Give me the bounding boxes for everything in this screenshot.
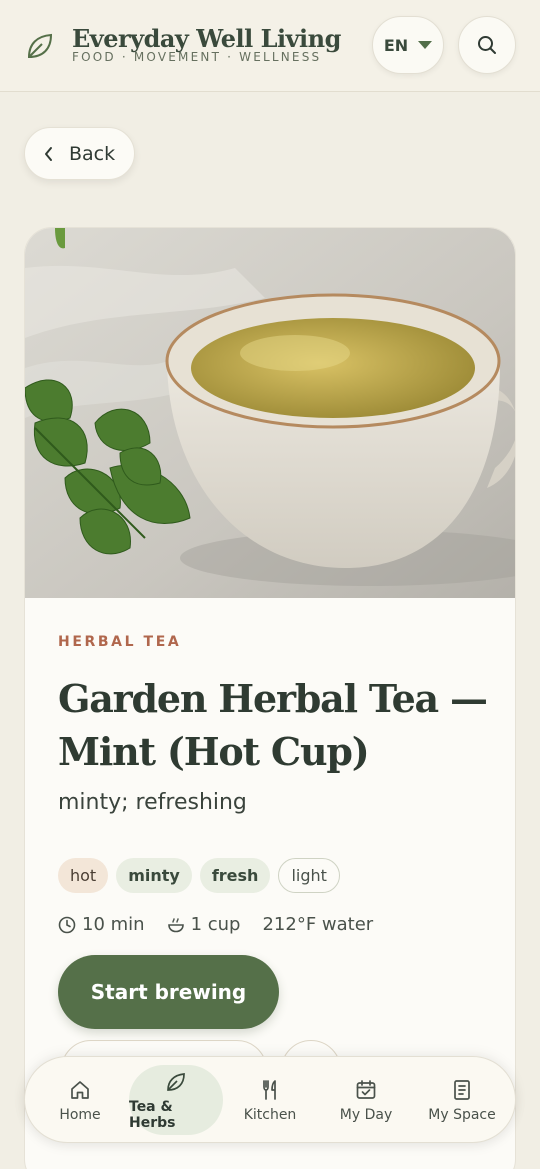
meta-yield-label: 1 cup	[190, 914, 241, 935]
language-label: EN	[383, 35, 409, 55]
meta-water: 212°F water	[262, 914, 373, 935]
recipe-title: Garden Herbal Tea — Mint (Hot Cup)	[58, 676, 488, 774]
caret-down-icon	[418, 41, 433, 49]
chevron-left-icon	[45, 146, 52, 161]
home-icon	[71, 1080, 89, 1099]
nav-kitchen-label: Kitchen	[243, 1106, 297, 1123]
utensils-icon	[263, 1079, 276, 1100]
back-label: Back	[69, 142, 116, 165]
search-icon	[478, 36, 496, 54]
recipe-card: HERBAL TEA Garden Herbal Tea — Mint (Hot…	[24, 227, 516, 1169]
meta-water-label: 212°F water	[262, 914, 374, 935]
clock-icon	[58, 916, 76, 933]
notebook-icon	[454, 1079, 470, 1100]
back-button[interactable]: Back	[24, 127, 135, 180]
tag-light[interactable]: light	[278, 858, 340, 893]
calendar-check-icon	[356, 1079, 376, 1099]
tag-fresh[interactable]: fresh	[199, 858, 271, 893]
tag-hot[interactable]: hot	[58, 858, 109, 893]
nav-home[interactable]: Home	[35, 1065, 125, 1135]
bottom-navigation: Home Tea & Herbs Kitchen My Day My Space	[24, 1056, 516, 1143]
recipe-subtitle: minty; refreshing	[58, 790, 247, 815]
brand-title[interactable]: Everyday Well Living	[72, 24, 341, 53]
nav-home-label: Home	[59, 1106, 101, 1123]
meta-time: 10 min	[58, 914, 145, 935]
tag-list: hot minty fresh light	[58, 858, 340, 893]
meta-yield: 1 cup	[167, 914, 241, 935]
brand-tagline: FOOD · MOVEMENT · WELLNESS	[72, 50, 322, 64]
search-button[interactable]	[458, 16, 516, 74]
nav-my-day-label: My Day	[339, 1106, 393, 1123]
hero-image	[25, 228, 515, 598]
nav-my-day[interactable]: My Day	[321, 1065, 411, 1135]
language-selector[interactable]: EN	[372, 16, 444, 74]
bowl-icon	[167, 917, 184, 932]
nav-tea-herbs-label: Tea & Herbs	[129, 1098, 176, 1131]
app-header: Everyday Well Living FOOD · MOVEMENT · W…	[0, 0, 540, 92]
start-brewing-button[interactable]: Start brewing	[58, 955, 279, 1029]
leaf-icon	[27, 33, 53, 59]
nav-my-space-label: My Space	[428, 1106, 496, 1123]
meta-time-label: 10 min	[82, 914, 145, 935]
recipe-meta: 10 min 1 cup 212°F water	[58, 914, 395, 935]
nav-my-space[interactable]: My Space	[415, 1065, 509, 1135]
tag-minty[interactable]: minty	[116, 858, 192, 893]
nav-tea-herbs[interactable]: Tea & Herbs	[129, 1065, 223, 1135]
nav-kitchen[interactable]: Kitchen	[225, 1065, 315, 1135]
recipe-category: HERBAL TEA	[58, 634, 182, 650]
leaf-icon	[167, 1072, 185, 1091]
